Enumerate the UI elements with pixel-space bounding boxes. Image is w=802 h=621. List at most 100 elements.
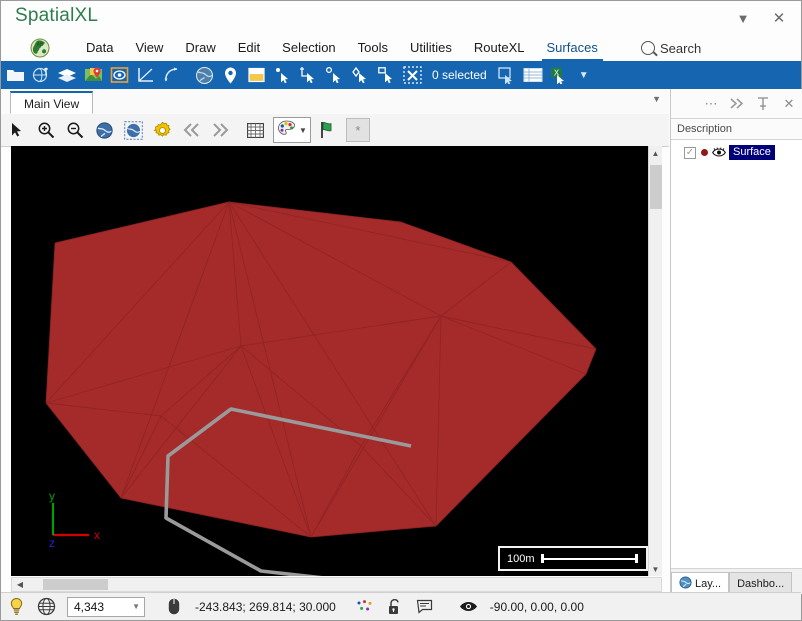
table-icon[interactable] <box>521 63 545 87</box>
next-view-icon[interactable] <box>207 117 233 143</box>
column-header-description: Description <box>671 119 802 140</box>
menu-item-view[interactable]: View <box>124 35 174 61</box>
status-bar: 4,343 ▼ -243.843; 269.814; 30.000 -90.00… <box>1 592 801 620</box>
clear-selection-icon[interactable] <box>400 63 424 87</box>
surface-canvas[interactable] <box>11 146 645 576</box>
menu-item-utilities[interactable]: Utilities <box>399 35 463 61</box>
tab-layers[interactable]: Lay... <box>671 572 730 594</box>
eye-icon <box>454 594 484 619</box>
select-point-icon[interactable] <box>270 63 294 87</box>
app-logo-icon: AB <box>29 37 51 59</box>
legend-icon[interactable] <box>244 63 268 87</box>
grid-icon[interactable] <box>242 117 268 143</box>
asterisk-icon[interactable]: * <box>345 118 370 142</box>
zoom-out-icon[interactable] <box>62 117 88 143</box>
mouse-icon <box>159 594 189 619</box>
vertical-scroll-thumb[interactable] <box>650 165 662 209</box>
scale-cap-right <box>635 554 638 563</box>
select-line-icon[interactable] <box>296 63 320 87</box>
selection-count: 0 selected <box>432 68 487 82</box>
measure-angle-icon[interactable] <box>133 63 157 87</box>
cursor-coordinates: -243.843; 269.814; 30.000 <box>195 599 336 614</box>
unlock-icon[interactable] <box>380 594 410 619</box>
copy-selection-icon[interactable] <box>495 63 519 87</box>
view-tab-strip: Main View ▼ <box>1 89 669 115</box>
export-excel-icon[interactable]: X <box>547 63 571 87</box>
window-menu-button[interactable]: ▼ <box>727 7 759 29</box>
layer-checkbox[interactable]: ✓ <box>684 146 696 159</box>
viewport-horizontal-scrollbar[interactable]: ◀ <box>11 577 662 592</box>
menu-item-data[interactable]: Data <box>75 35 124 61</box>
svg-text:X: X <box>554 68 560 77</box>
app-title: SpatialXL <box>15 5 99 26</box>
horizontal-scroll-thumb[interactable] <box>43 579 108 590</box>
svg-text:AB: AB <box>37 42 44 48</box>
view-settings-icon[interactable] <box>149 117 175 143</box>
menu-item-draw[interactable]: Draw <box>174 35 226 61</box>
menu-item-routexl[interactable]: RouteXL <box>463 35 536 61</box>
pointer-icon[interactable] <box>4 117 30 143</box>
zoom-extents-icon[interactable] <box>91 117 117 143</box>
menu-item-surfaces[interactable]: Surfaces <box>536 35 609 61</box>
ribbon-toolbar: 0 selected X ▼ <box>1 61 801 89</box>
menu-item-selection[interactable]: Selection <box>271 35 346 61</box>
lightbulb-icon[interactable] <box>1 594 31 619</box>
ribbon-overflow-button[interactable]: ▼ <box>579 70 589 81</box>
viewport-vertical-scrollbar[interactable]: ▲ ▼ <box>648 146 662 576</box>
prev-view-icon[interactable] <box>178 117 204 143</box>
open-folder-icon[interactable] <box>3 63 27 87</box>
globe-pin-icon[interactable] <box>29 63 53 87</box>
scale-cap-left <box>540 554 544 563</box>
select-polygon-icon[interactable] <box>374 63 398 87</box>
palette-dropdown[interactable]: ▼ <box>273 117 311 143</box>
chevron-down-icon[interactable]: ▼ <box>132 602 140 611</box>
scroll-down-icon[interactable]: ▼ <box>649 562 662 576</box>
location-pin-icon[interactable] <box>218 63 242 87</box>
close-icon[interactable]: ✕ <box>776 91 802 117</box>
layers-panel-header: ⋯ ✕ <box>671 89 802 119</box>
menu-item-tools[interactable]: Tools <box>347 35 399 61</box>
application-window: SpatialXL ▼ ✕ AB Data View Draw Edit Sel… <box>0 0 802 621</box>
select-circle-icon[interactable] <box>348 63 372 87</box>
scroll-left-icon[interactable]: ◀ <box>13 578 27 591</box>
map-marker-icon[interactable] <box>81 63 105 87</box>
scale-label: 100m <box>507 552 535 565</box>
tab-main-view[interactable]: Main View <box>10 91 94 114</box>
tab-dashboard[interactable]: Dashbo... <box>729 572 793 594</box>
search-button[interactable]: Search <box>641 35 701 61</box>
zoom-selection-icon[interactable] <box>120 117 146 143</box>
tab-layers-label: Lay... <box>695 577 722 590</box>
view-tabs-overflow-button[interactable]: ▼ <box>652 94 661 104</box>
eye-icon[interactable] <box>712 147 726 158</box>
viewport[interactable] <box>11 146 661 576</box>
surface-icon[interactable] <box>107 63 131 87</box>
ellipsis-icon[interactable]: ⋯ <box>698 91 724 117</box>
menu-item-edit[interactable]: Edit <box>227 35 271 61</box>
search-icon <box>641 41 655 55</box>
panel-tabs: Lay... Dashbo... <box>671 568 802 594</box>
zoom-in-icon[interactable] <box>33 117 59 143</box>
note-icon[interactable] <box>410 594 440 619</box>
chevron-down-icon: ▼ <box>299 125 307 135</box>
list-item[interactable]: ✓ Surface <box>671 144 802 161</box>
window-close-button[interactable]: ✕ <box>763 7 795 29</box>
layer-color-swatch[interactable] <box>701 149 708 156</box>
wireframe-globe-icon[interactable] <box>31 594 61 619</box>
layers-icon[interactable] <box>55 63 79 87</box>
layers-tree: ✓ Surface <box>671 140 802 571</box>
layer-label[interactable]: Surface <box>729 145 775 160</box>
tab-dashboard-label: Dashbo... <box>737 577 785 590</box>
title-bar: SpatialXL ▼ ✕ <box>1 1 801 35</box>
layers-panel: ⋯ ✕ Description ✓ Surface Lay... Dashbo.… <box>670 89 802 594</box>
reshape-icon[interactable] <box>159 63 183 87</box>
zoom-level-combo[interactable]: 4,343 ▼ <box>67 596 145 617</box>
double-chevron-right-icon[interactable] <box>724 91 750 117</box>
pin-icon[interactable] <box>750 91 776 117</box>
scroll-up-icon[interactable]: ▲ <box>649 146 662 160</box>
snap-points-icon[interactable] <box>350 594 380 619</box>
select-rectangle-icon[interactable] <box>322 63 346 87</box>
globe-icon[interactable] <box>192 63 216 87</box>
bookmark-flag-icon[interactable] <box>314 117 340 143</box>
scale-bar: 100m <box>498 546 648 571</box>
toolbar-separator <box>183 63 190 87</box>
